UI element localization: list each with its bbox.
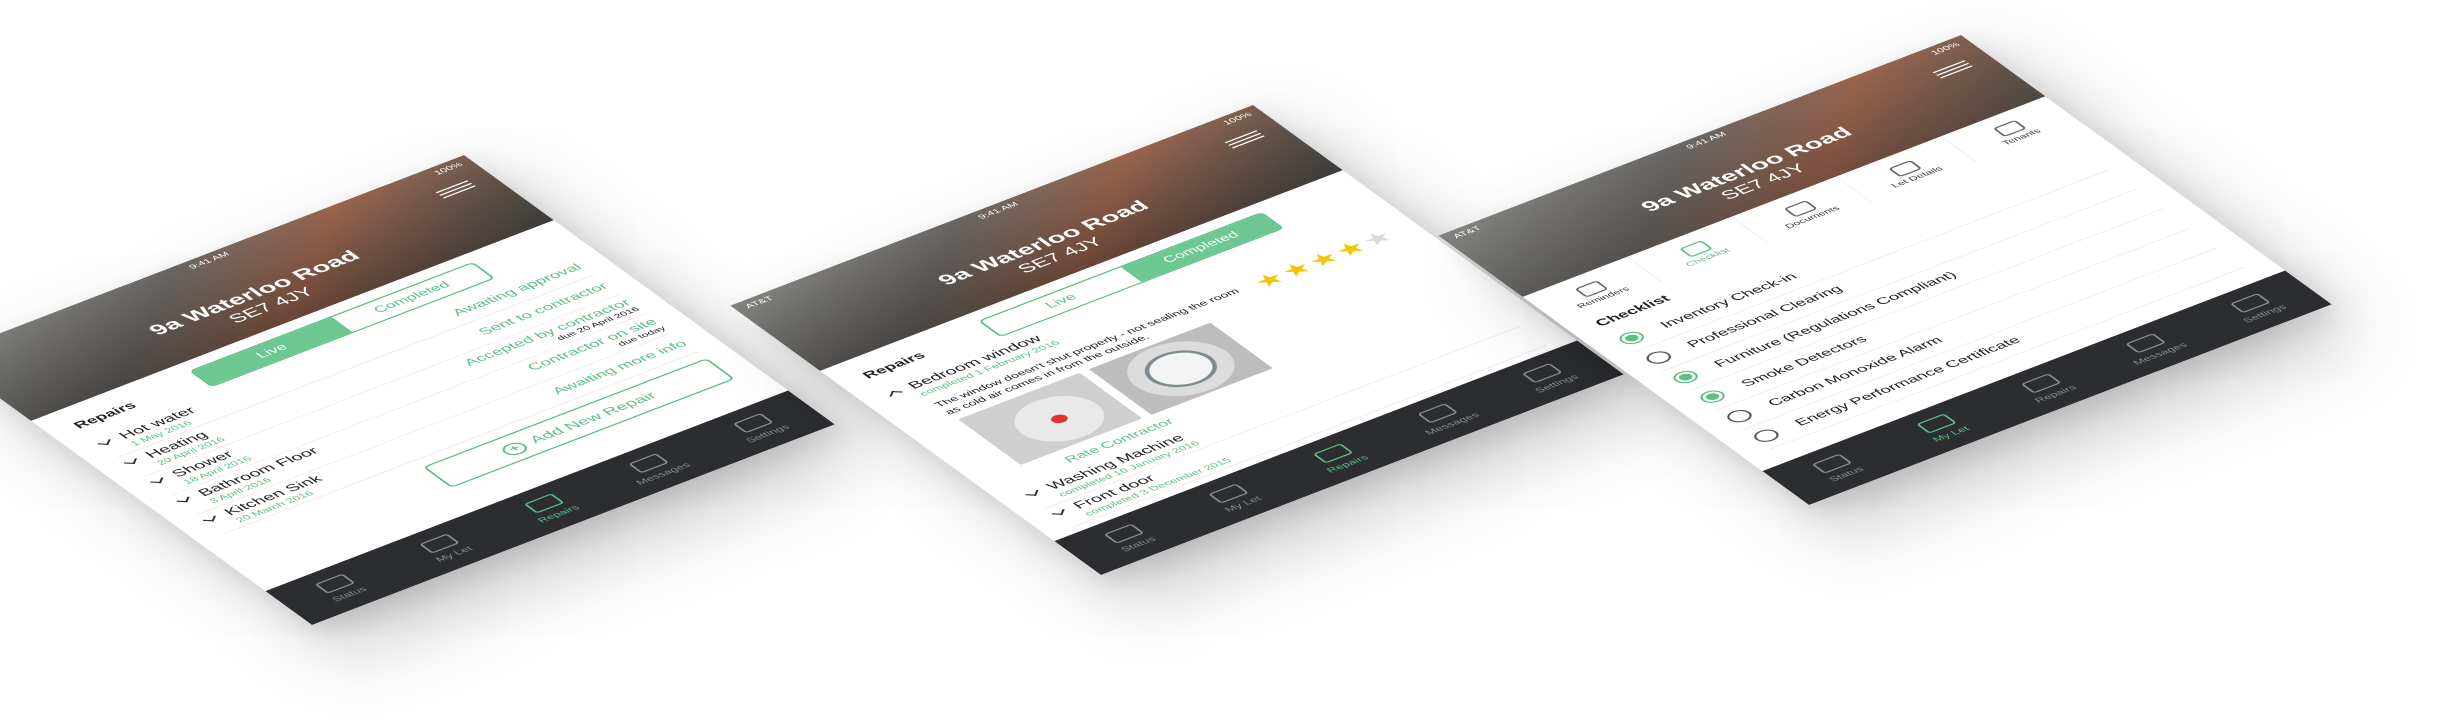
radio-unchecked-icon[interactable] (1641, 348, 1676, 367)
radio-checked-icon[interactable] (1668, 368, 1703, 386)
radio-checked-icon[interactable] (1695, 387, 1730, 406)
carrier: AT&T (743, 294, 776, 310)
radio-unchecked-icon[interactable] (1749, 427, 1784, 445)
clock: 9:41 AM (186, 250, 232, 271)
battery: 100% (1220, 111, 1255, 127)
phone-repairs-completed: AT&T 9:41 AM 100% 9a Waterloo Road SE7 4… (730, 104, 1624, 576)
chevron-down-icon (97, 438, 111, 445)
chevron-up-icon (889, 390, 903, 398)
radio-checked-icon[interactable] (1614, 329, 1649, 347)
phone-repairs-live: AT&T 9:41 AM 100% 9a Waterloo Road SE7 4… (0, 154, 835, 626)
battery: 100% (1928, 41, 1963, 57)
clock: 9:41 AM (1683, 130, 1729, 151)
menu-icon[interactable] (1222, 128, 1266, 149)
chevron-down-icon (202, 515, 216, 522)
chevron-down-icon (150, 477, 164, 484)
phone-checklist: AT&T 9:41 AM 100% 9a Waterloo Road SE7 4… (1438, 34, 2332, 506)
chevron-down-icon (176, 496, 190, 503)
radio-unchecked-icon[interactable] (1722, 407, 1757, 425)
chevron-down-icon (1051, 508, 1065, 515)
plus-icon: + (498, 440, 533, 458)
carrier: AT&T (1451, 224, 1484, 240)
chevron-down-icon (123, 457, 138, 465)
clock: 9:41 AM (975, 200, 1021, 221)
chevron-down-icon (1025, 489, 1039, 496)
menu-icon[interactable] (433, 178, 477, 199)
battery: 100% (431, 161, 466, 177)
